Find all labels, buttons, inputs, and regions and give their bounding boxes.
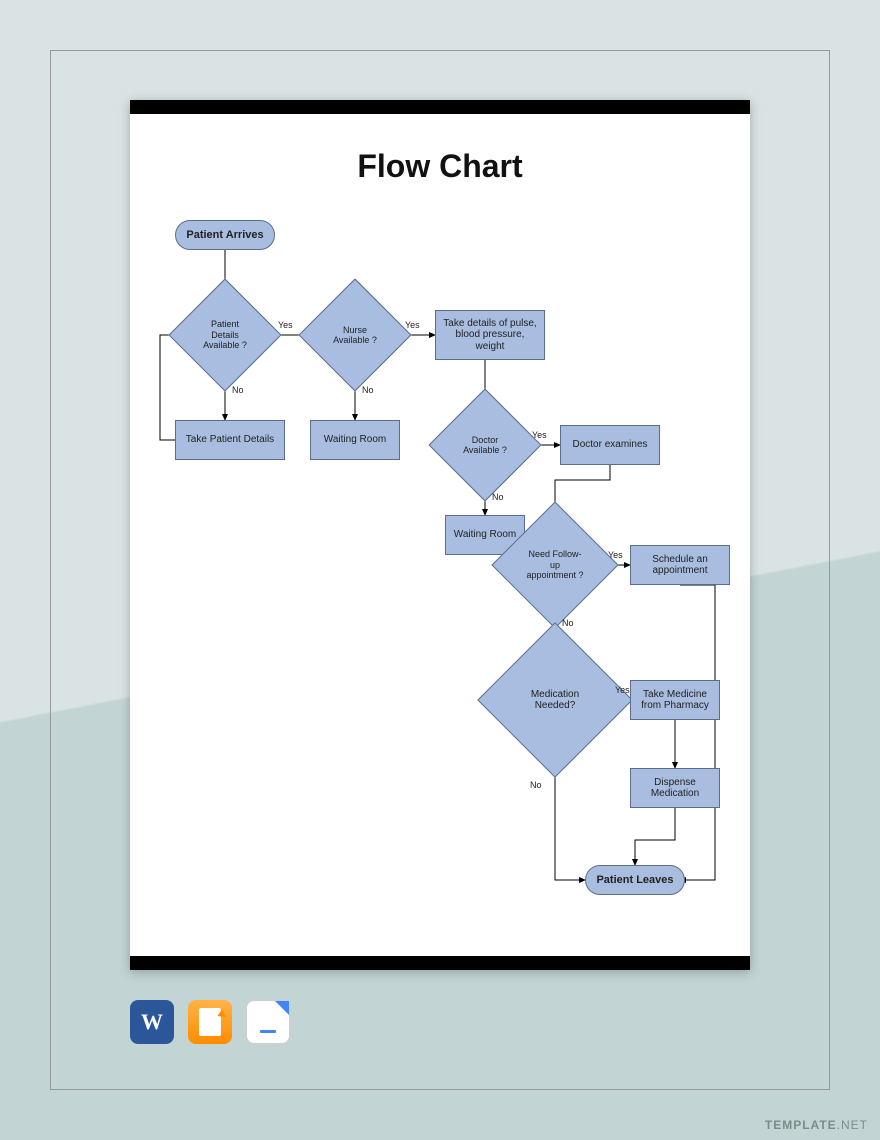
- node-end: Patient Leaves: [585, 865, 685, 895]
- node-schedule-appointment-label: Schedule an appointment: [635, 554, 725, 577]
- word-icon-label: W: [141, 1009, 163, 1035]
- node-decision-patient-details: Patient Details Available ?: [185, 295, 265, 375]
- pages-pen-icon: [199, 1008, 221, 1036]
- edge-label-no: No: [562, 618, 574, 628]
- node-decision-medication: Medication Needed?: [500, 645, 610, 755]
- edge-label-yes: Yes: [608, 550, 623, 560]
- node-decision-medication-label: Medication Needed?: [504, 689, 606, 712]
- watermark-suffix: .NET: [837, 1118, 868, 1132]
- edge-label-no: No: [530, 780, 542, 790]
- node-doctor-examines: Doctor examines: [560, 425, 660, 465]
- node-decision-doctor: Doctor Available ?: [445, 405, 525, 485]
- edge-label-yes: Yes: [615, 685, 630, 695]
- edge-label-no: No: [492, 492, 504, 502]
- pages-icon[interactable]: [188, 1000, 232, 1044]
- node-start-label: Patient Arrives: [186, 229, 263, 242]
- format-icons-row: W: [130, 1000, 290, 1044]
- node-decision-patient-details-label: Patient Details Available ?: [189, 319, 261, 350]
- node-take-vitals: Take details of pulse, blood pressure, w…: [435, 310, 545, 360]
- page-top-bar: [130, 100, 750, 114]
- node-take-patient-details-label: Take Patient Details: [186, 434, 274, 446]
- node-doctor-examines-label: Doctor examines: [572, 439, 647, 451]
- docs-corner-icon: [275, 1001, 289, 1015]
- flowchart-canvas: Patient Arrives Patient Details Availabl…: [160, 220, 720, 930]
- edge-label-no: No: [362, 385, 374, 395]
- page-bottom-bar: [130, 956, 750, 970]
- google-docs-icon[interactable]: [246, 1000, 290, 1044]
- node-take-medicine-label: Take Medicine from Pharmacy: [635, 689, 715, 712]
- node-schedule-appointment: Schedule an appointment: [630, 545, 730, 585]
- edge-label-yes: Yes: [278, 320, 293, 330]
- node-waiting-room-2-label: Waiting Room: [454, 529, 516, 541]
- document-page: Flow Chart: [130, 100, 750, 970]
- watermark: TEMPLATE.NET: [765, 1118, 868, 1132]
- node-decision-nurse-label: Nurse Available ?: [319, 325, 391, 346]
- node-end-label: Patient Leaves: [596, 874, 673, 887]
- edge-label-yes: Yes: [532, 430, 547, 440]
- node-take-medicine: Take Medicine from Pharmacy: [630, 680, 720, 720]
- edge-label-no: No: [232, 385, 244, 395]
- node-decision-followup: Need Follow-up appointment ?: [510, 520, 600, 610]
- node-decision-followup-label: Need Follow-up appointment ?: [514, 549, 596, 580]
- node-start: Patient Arrives: [175, 220, 275, 250]
- node-waiting-room-1: Waiting Room: [310, 420, 400, 460]
- word-icon[interactable]: W: [130, 1000, 174, 1044]
- page-title: Flow Chart: [130, 148, 750, 185]
- node-decision-nurse: Nurse Available ?: [315, 295, 395, 375]
- watermark-brand: TEMPLATE: [765, 1118, 837, 1132]
- edge-label-yes: Yes: [405, 320, 420, 330]
- node-take-patient-details: Take Patient Details: [175, 420, 285, 460]
- node-dispense-medication-label: Dispense Medication: [635, 777, 715, 800]
- node-decision-doctor-label: Doctor Available ?: [449, 435, 521, 456]
- node-take-vitals-label: Take details of pulse, blood pressure, w…: [440, 318, 540, 353]
- node-waiting-room-1-label: Waiting Room: [324, 434, 386, 446]
- node-dispense-medication: Dispense Medication: [630, 768, 720, 808]
